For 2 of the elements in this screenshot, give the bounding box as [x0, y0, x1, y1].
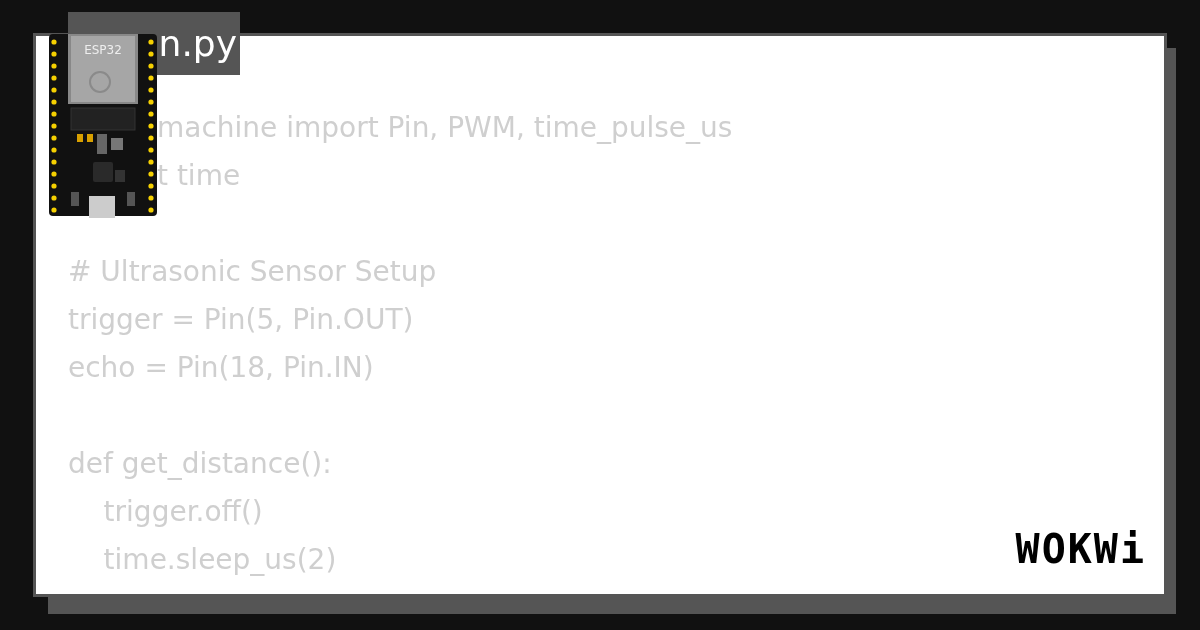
logo: WOKWi: [1015, 526, 1146, 572]
microcontroller-board-drawing: ESP32: [49, 34, 157, 218]
